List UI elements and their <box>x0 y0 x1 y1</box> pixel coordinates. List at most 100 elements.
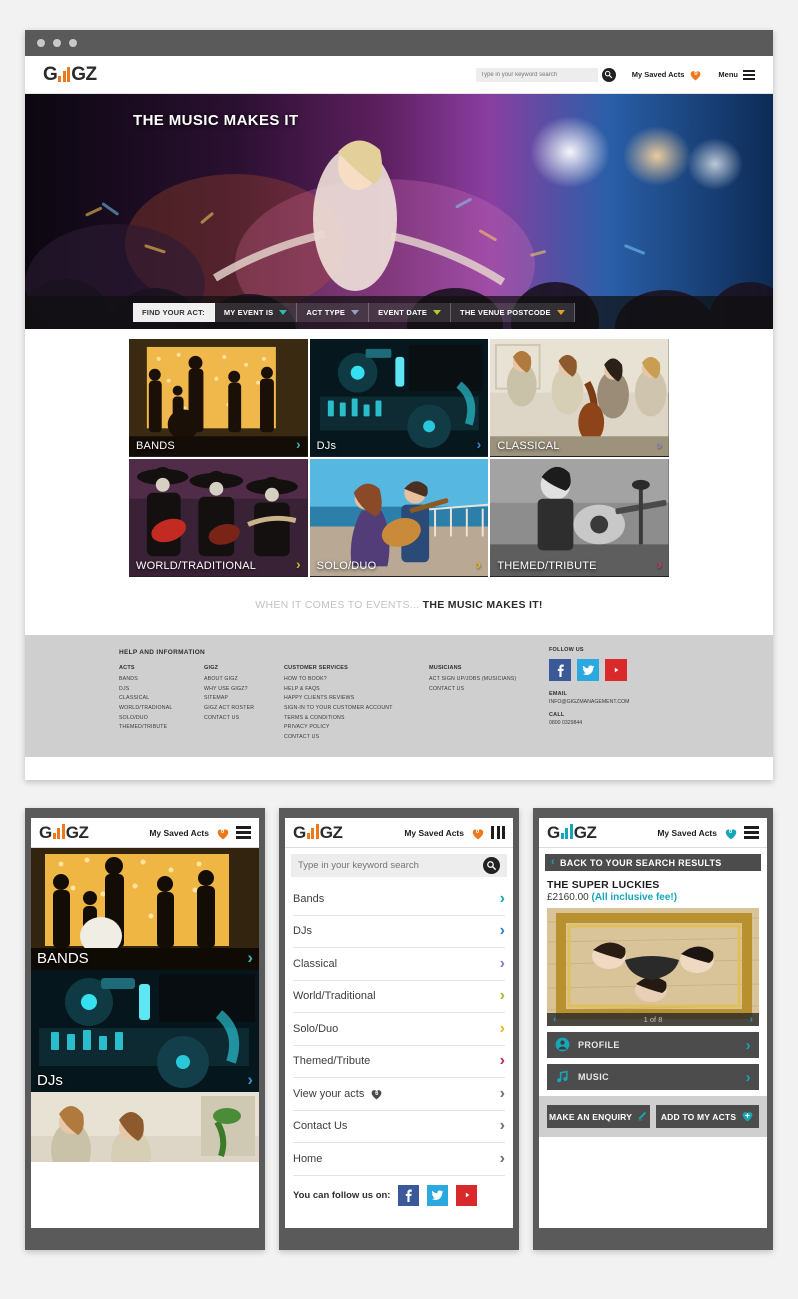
profile-button[interactable]: PROFILE › <box>547 1032 759 1058</box>
tile-label: WORLD/TRADITIONAL <box>136 560 257 572</box>
gallery-prev-icon[interactable]: ‹ <box>553 1014 556 1025</box>
category-tiles-grid: BANDS › DJs › CLASSICAL › WORLD/TRADITIO… <box>129 339 669 577</box>
my-saved-acts[interactable]: My Saved Acts 0 <box>632 69 703 81</box>
footer-link[interactable]: THEMED/TRIBUTE <box>119 723 204 733</box>
menu-item-world-traditional[interactable]: World/Traditional › <box>293 981 505 1013</box>
category-tile-themed-tribute[interactable]: THEMED/TRIBUTE › <box>490 459 669 577</box>
filter-my-event-is[interactable]: MY EVENT IS <box>214 303 298 322</box>
menu-item-label: Solo/Duo <box>293 1022 339 1035</box>
menu-item-themed-tribute[interactable]: Themed/Tribute › <box>293 1046 505 1078</box>
youtube-icon[interactable] <box>605 659 627 681</box>
heart-icon[interactable]: 0 <box>724 827 737 839</box>
saved-acts-label[interactable]: My Saved Acts <box>149 828 209 838</box>
chevron-right-icon: › <box>745 1068 751 1086</box>
menu-item-home[interactable]: Home › <box>293 1143 505 1176</box>
facebook-icon[interactable] <box>549 659 571 681</box>
search-icon[interactable] <box>601 67 616 82</box>
window-close-dot[interactable] <box>37 39 45 47</box>
chevron-right-icon: › <box>247 948 253 967</box>
add-to-my-acts-button[interactable]: ADD TO MY ACTS <box>656 1105 759 1128</box>
menu-button[interactable]: Menu <box>718 69 755 80</box>
category-tile-djs[interactable]: DJs › <box>309 339 489 457</box>
category-tile-world-traditional[interactable]: WORLD/TRADITIONAL › <box>129 459 308 577</box>
menu-item-classical[interactable]: Classical › <box>293 948 505 981</box>
phone-top-bezel <box>25 808 265 818</box>
menu-item-view-your-acts[interactable]: View your acts 6 › <box>293 1078 505 1111</box>
phone-mockup-act-detail: G GZ My Saved Acts 0 ‹ BACK TO YOUR SEAR… <box>533 808 773 1250</box>
filter-venue-postcode[interactable]: THE VENUE POSTCODE <box>451 303 575 322</box>
menu-item-label: View your acts <box>293 1087 365 1100</box>
hamburger-icon[interactable] <box>744 826 759 839</box>
heart-icon[interactable]: 0 <box>216 827 229 839</box>
filter-event-date[interactable]: EVENT DATE <box>369 303 452 322</box>
footer-link[interactable]: SITEMAP <box>204 694 284 704</box>
menu-open-icon[interactable] <box>491 826 505 839</box>
saved-acts-label[interactable]: My Saved Acts <box>404 828 464 838</box>
site-logo[interactable]: G GZ <box>547 823 597 843</box>
menu-item-bands[interactable]: Bands › <box>293 883 505 916</box>
footer-link[interactable]: GIGZ ACT ROSTER <box>204 704 284 714</box>
phone1-tile-classical-partial[interactable] <box>31 1092 259 1162</box>
twitter-icon[interactable] <box>427 1184 449 1206</box>
footer-link[interactable]: CONTACT US <box>429 685 559 695</box>
twitter-icon[interactable] <box>577 659 599 681</box>
footer-link[interactable]: BANDS <box>119 675 204 685</box>
footer-link[interactable]: SOLO/DUO <box>119 714 204 724</box>
back-to-search-results-button[interactable]: ‹ BACK TO YOUR SEARCH RESULTS <box>545 854 761 871</box>
chevron-right-icon: › <box>499 1149 505 1167</box>
hamburger-icon[interactable] <box>236 826 251 839</box>
footer-link[interactable]: WORLD/TRADIONAL <box>119 704 204 714</box>
menu-item-contact-us[interactable]: Contact Us › <box>293 1111 505 1143</box>
search-input[interactable] <box>298 860 479 871</box>
menu-item-solo-duo[interactable]: Solo/Duo › <box>293 1013 505 1046</box>
footer-link[interactable]: DJS <box>119 685 204 695</box>
footer-link[interactable]: SIGN-IN TO YOUR CUSTOMER ACCOUNT <box>284 704 429 714</box>
footer-link[interactable]: ABOUT GIGZ <box>204 675 284 685</box>
filter-label-text: FIND YOUR ACT: <box>142 308 205 317</box>
menu-item-djs[interactable]: DJs › <box>293 916 505 948</box>
footer-link[interactable]: CONTACT US <box>204 714 284 724</box>
facebook-icon[interactable] <box>398 1184 420 1206</box>
category-tile-bands[interactable]: BANDS › <box>129 339 308 457</box>
footer-link[interactable]: ACT SIGN UP/JOBS (MUSICIANS) <box>429 675 559 685</box>
search-input[interactable] <box>475 67 598 82</box>
window-minimize-dot[interactable] <box>53 39 61 47</box>
footer-link[interactable]: WHY USE GIGZ? <box>204 685 284 695</box>
footer-link[interactable]: HOW TO BOOK? <box>284 675 429 685</box>
footer-link[interactable]: CONTACT US <box>284 733 429 743</box>
youtube-icon[interactable] <box>456 1184 478 1206</box>
footer-link[interactable]: CLASSICAL <box>119 694 204 704</box>
browser-window: G GZ My Saved Acts 0 <box>25 30 773 780</box>
heart-icon[interactable]: 0 <box>471 827 484 839</box>
footer-link[interactable]: HELP & FAQS <box>284 685 429 695</box>
saved-acts-label[interactable]: My Saved Acts <box>657 828 717 838</box>
profile-label: PROFILE <box>578 1040 620 1050</box>
window-maximize-dot[interactable] <box>69 39 77 47</box>
phone1-tile-bands[interactable]: BANDS › <box>31 848 259 970</box>
tile-image-solo-duo <box>309 459 489 577</box>
site-logo[interactable]: G GZ <box>293 823 343 843</box>
site-logo[interactable]: G GZ <box>43 64 97 86</box>
search-icon[interactable] <box>483 857 500 874</box>
tile-image-djs <box>309 339 489 457</box>
chevron-right-icon: › <box>499 1084 505 1102</box>
footer-link[interactable]: HAPPY CLIENTS REVIEWS <box>284 694 429 704</box>
chevron-right-icon: › <box>476 556 482 572</box>
footer-link[interactable]: TERMS & CONDITIONS <box>284 714 429 724</box>
phone1-tile-djs[interactable]: DJs › <box>31 970 259 1092</box>
tile-image-themed <box>490 459 669 577</box>
site-logo[interactable]: G GZ <box>39 823 89 843</box>
hero-banner: THE MUSIC MAKES IT FIND YOUR ACT: MY EVE… <box>25 94 773 329</box>
make-an-enquiry-button[interactable]: MAKE AN ENQUIRY <box>547 1105 650 1128</box>
category-tile-classical[interactable]: CLASSICAL › <box>490 339 669 457</box>
gallery-next-icon[interactable]: › <box>750 1014 753 1025</box>
call-value[interactable]: 0800 0329844 <box>549 720 679 726</box>
music-note-icon <box>555 1069 570 1086</box>
filter-act-type[interactable]: ACT TYPE <box>297 303 370 322</box>
footer-link[interactable]: PRIVACY POLICY <box>284 723 429 733</box>
act-gallery[interactable]: ‹ 1 of 8 › <box>547 908 759 1026</box>
pencil-icon <box>637 1110 648 1123</box>
category-tile-solo-duo[interactable]: SOLO/DUO › <box>309 459 489 577</box>
email-value[interactable]: INFO@GIGZMANAGEMENT.COM <box>549 699 679 705</box>
music-button[interactable]: MUSIC › <box>547 1064 759 1090</box>
